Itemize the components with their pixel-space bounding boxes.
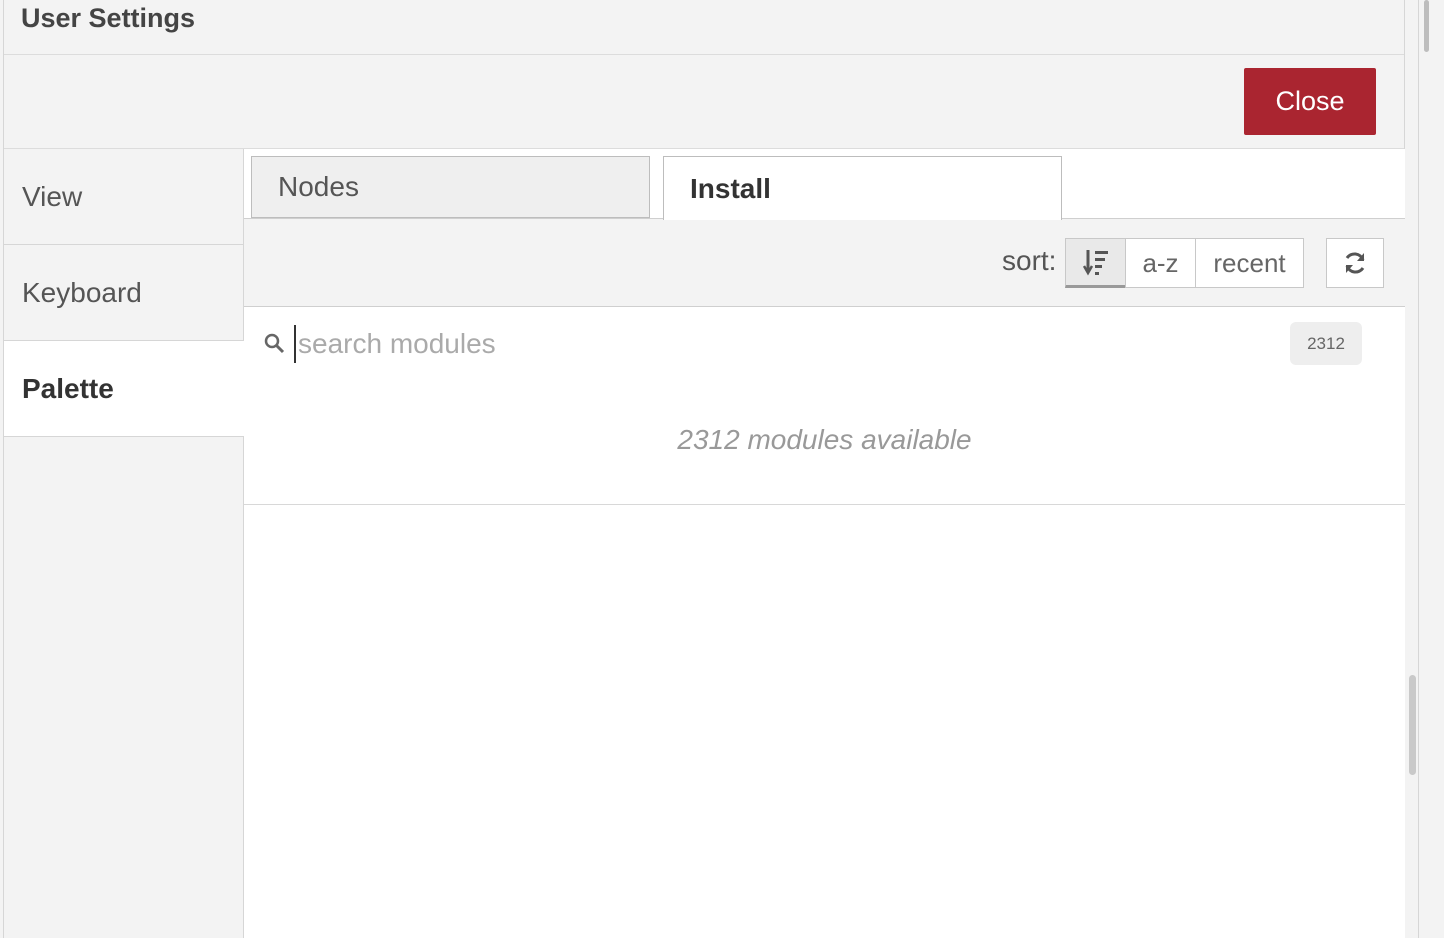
tab-nodes[interactable]: Nodes	[251, 156, 650, 218]
search-input[interactable]	[294, 325, 1274, 363]
sidebar-item-label: Palette	[22, 372, 114, 404]
sidebar-item-label: View	[22, 180, 83, 212]
settings-sidebar: View Keyboard Palette	[4, 149, 245, 938]
sidebar-item-palette[interactable]: Palette	[4, 341, 245, 437]
search-icon	[264, 333, 285, 354]
sort-button-group: a-z recent	[1065, 238, 1304, 288]
search-row: 2312	[244, 307, 1405, 382]
settings-dialog: User Settings Close View Keyboard Palett…	[3, 0, 1405, 938]
tab-label: Nodes	[278, 171, 359, 202]
refresh-icon	[1345, 252, 1365, 274]
scrollbar-thumb[interactable]	[1409, 675, 1416, 775]
background-panel-edge	[1418, 0, 1444, 938]
sort-label: sort:	[1002, 245, 1057, 276]
sort-relevance-button[interactable]	[1065, 238, 1126, 288]
modules-available-message: 2312 modules available	[244, 382, 1405, 505]
sort-amount-down-icon	[1082, 250, 1108, 276]
dialog-buttonbar: Close	[4, 55, 1404, 149]
sidebar-item-label: Keyboard	[22, 276, 142, 308]
dialog-titlebar: User Settings	[4, 0, 1404, 55]
scrollbar[interactable]	[1406, 0, 1418, 938]
dialog-title: User Settings	[21, 3, 196, 33]
background-scrollbar-thumb[interactable]	[1424, 0, 1429, 52]
palette-panel: Nodes Install sort: a-z recent search mo…	[244, 149, 1405, 938]
sidebar-item-keyboard[interactable]: Keyboard	[4, 245, 244, 341]
modules-available-text: 2312 modules available	[677, 424, 972, 455]
sort-toolbar: sort: a-z recent	[244, 219, 1405, 307]
sidebar-item-view[interactable]: View	[4, 149, 244, 245]
sort-recent-button[interactable]: recent	[1195, 238, 1304, 288]
tab-install[interactable]: Install	[663, 156, 1062, 220]
close-button[interactable]: Close	[1244, 68, 1376, 135]
module-count-badge: 2312	[1290, 322, 1362, 365]
refresh-button[interactable]	[1326, 238, 1384, 288]
palette-tabbar: Nodes Install	[244, 149, 1405, 220]
tab-label: Install	[690, 172, 771, 204]
sort-az-button[interactable]: a-z	[1125, 238, 1196, 288]
